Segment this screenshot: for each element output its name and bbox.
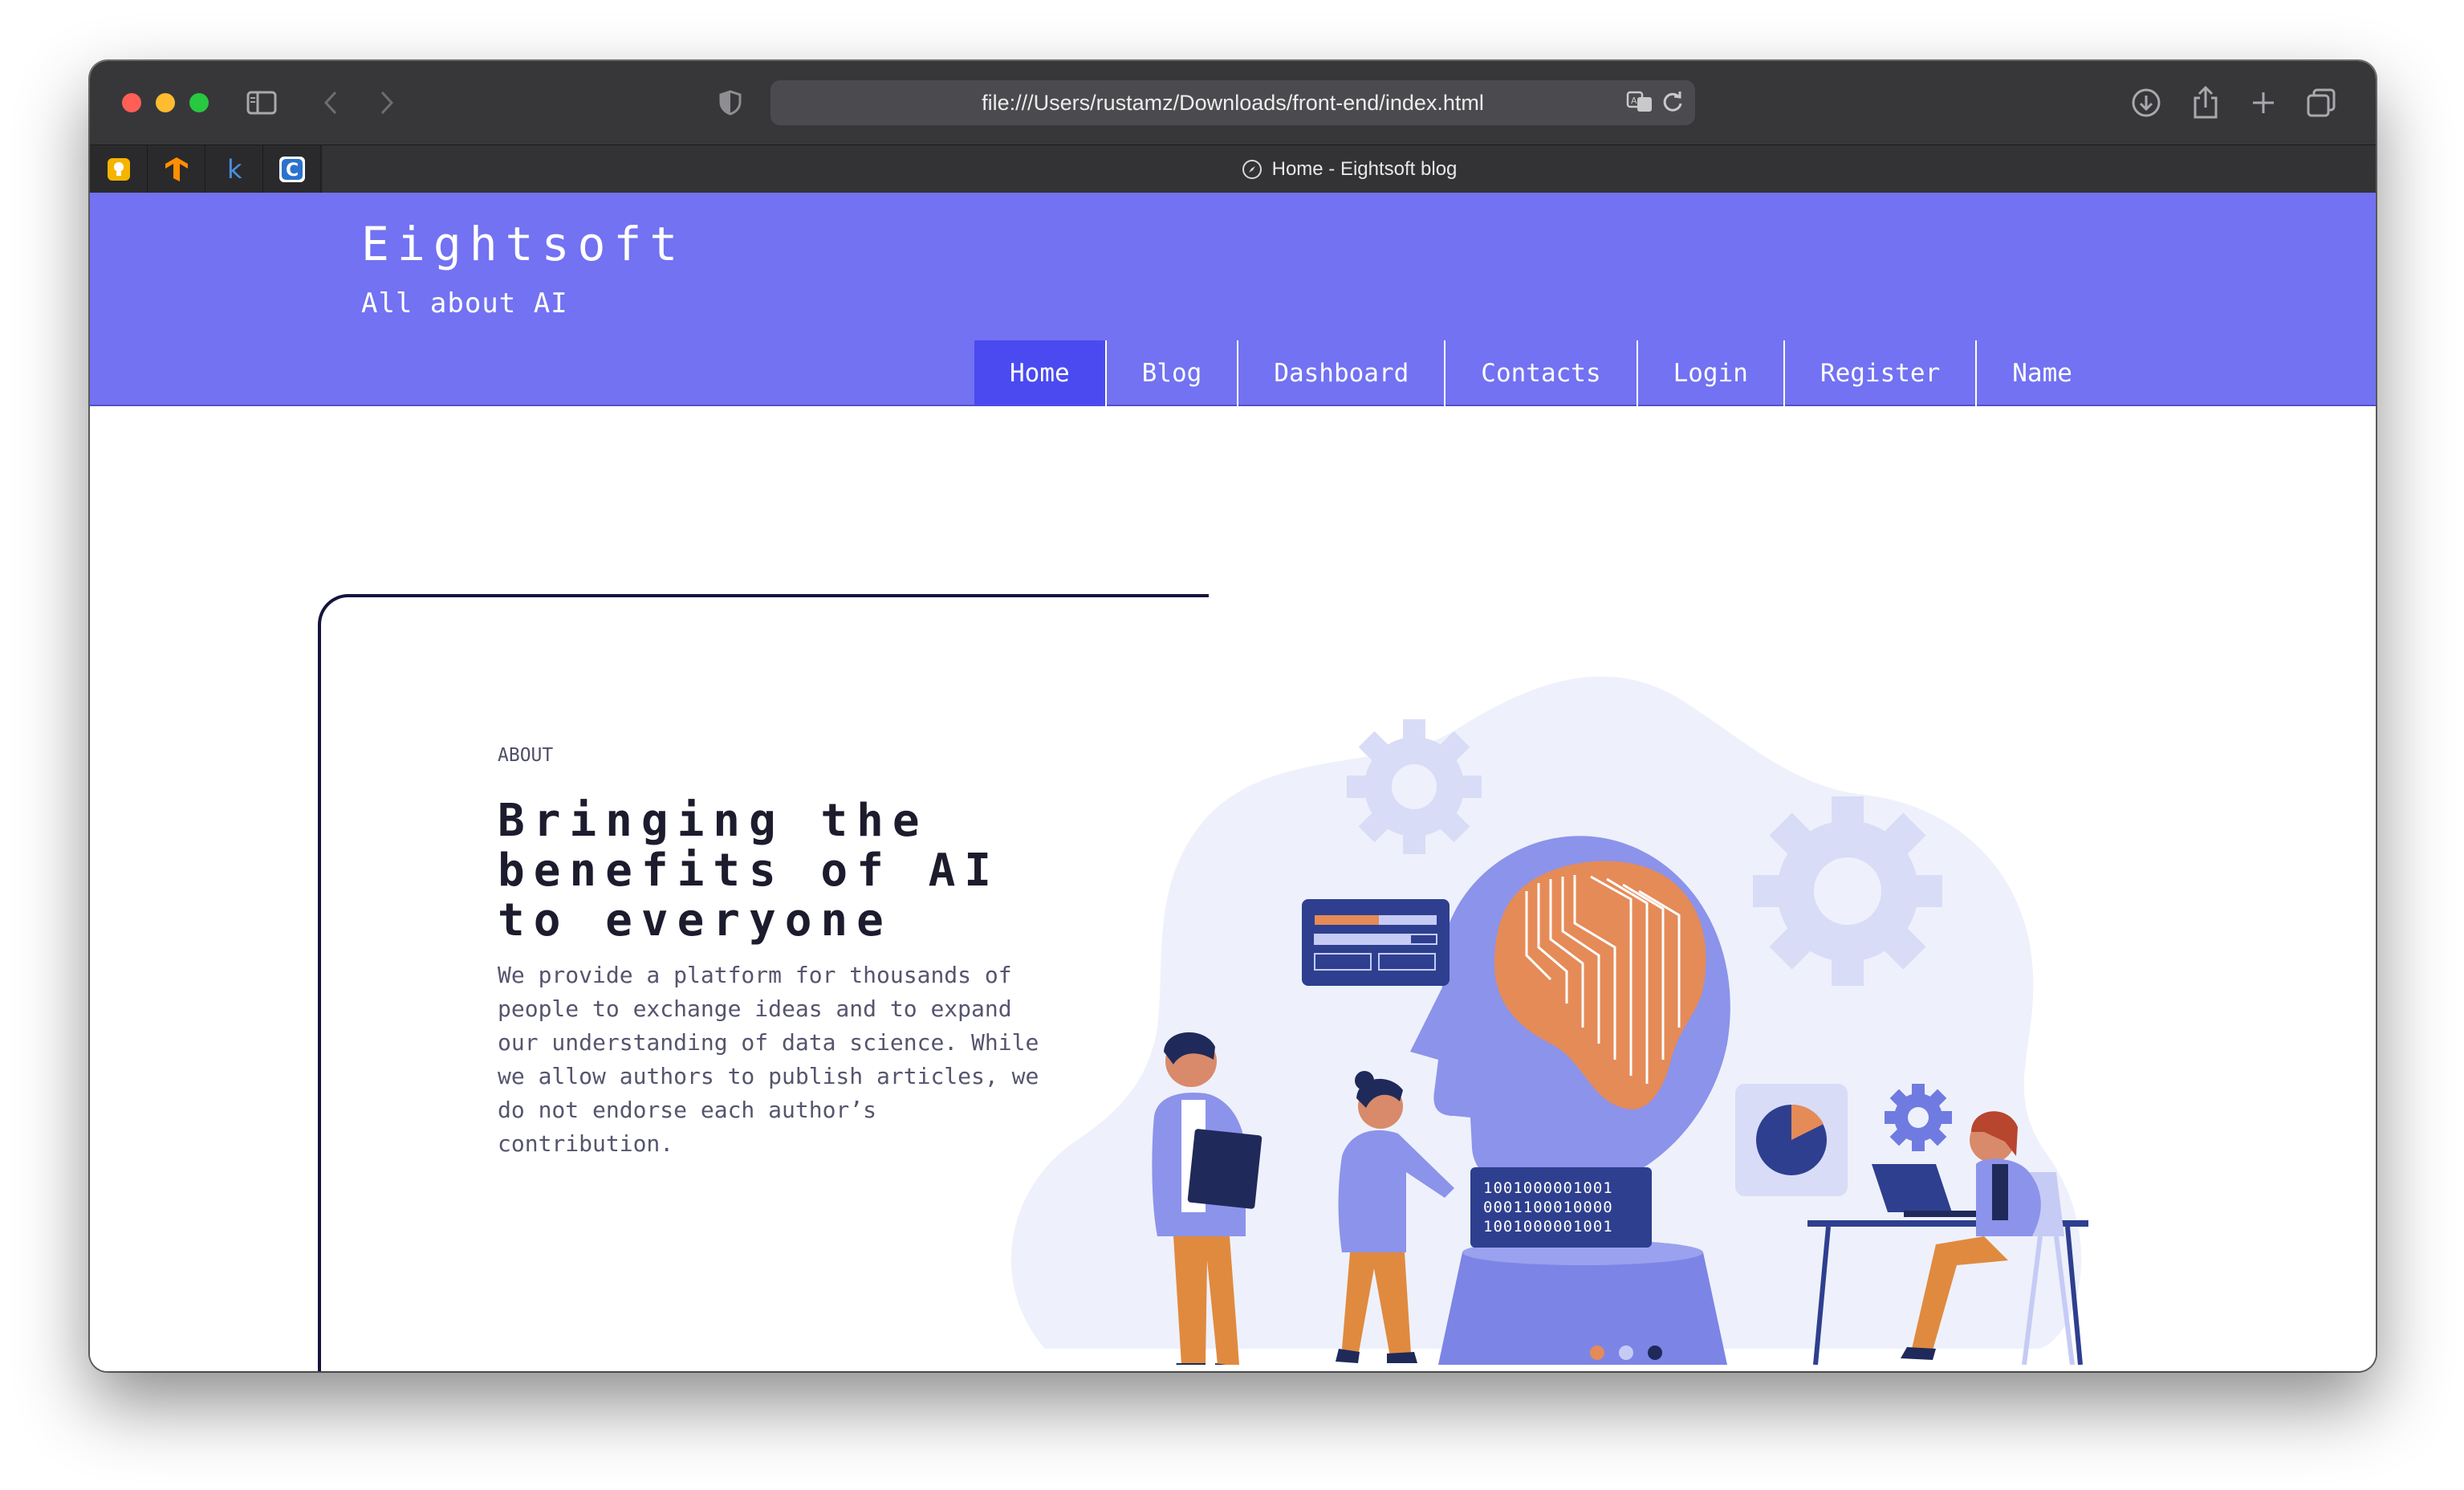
- tab-overview-icon[interactable]: [2302, 83, 2340, 122]
- gear-icon: [1885, 1084, 1952, 1151]
- tab-title: Home - Eightsoft blog: [1271, 158, 1458, 180]
- carousel-dots: [1590, 1345, 1662, 1360]
- svg-text:k: k: [227, 156, 242, 183]
- nav-dashboard[interactable]: Dashboard: [1238, 340, 1446, 406]
- pie-chart-card: [1735, 1084, 1848, 1196]
- web-page: Eightsoft All about AI Home Blog Dashboa…: [90, 193, 2376, 1371]
- nav-contacts[interactable]: Contacts: [1445, 340, 1638, 406]
- pinned-tab-tensorflow[interactable]: [148, 145, 205, 193]
- site-header: Eightsoft All about AI Home Blog Dashboa…: [90, 193, 2376, 406]
- back-chevron-icon[interactable]: [315, 83, 347, 122]
- new-tab-plus-icon[interactable]: [2244, 83, 2283, 122]
- translate-icon[interactable]: A: [1626, 90, 1655, 120]
- minimize-window-button[interactable]: [156, 93, 175, 112]
- nav-login[interactable]: Login: [1638, 340, 1785, 406]
- binary-line-3: 1001000001001: [1483, 1218, 1613, 1236]
- pedestal: [1438, 1252, 1727, 1365]
- ai-head-team-illustration: 1001000001001 0001100010000 100100000100…: [1010, 676, 2088, 1365]
- close-window-button[interactable]: [122, 93, 141, 112]
- svg-text:C: C: [286, 161, 299, 181]
- floating-screen: [1302, 899, 1450, 986]
- binary-screen: 1001000001001 0001100010000 100100000100…: [1470, 1167, 1652, 1248]
- compass-icon: [1242, 160, 1262, 179]
- gear-icon: [1347, 719, 1482, 854]
- address-bar[interactable]: file:///Users/rustamz/Downloads/front-en…: [771, 80, 1695, 125]
- keep-icon: [107, 158, 130, 181]
- maximize-window-button[interactable]: [189, 93, 209, 112]
- binary-line-2: 0001100010000: [1483, 1199, 1613, 1216]
- privacy-shield-icon[interactable]: [714, 83, 746, 122]
- coursera-icon: C: [279, 157, 305, 182]
- forward-chevron-icon[interactable]: [371, 83, 403, 122]
- tab-bar: k C Home - Eightsoft blog: [90, 145, 2376, 193]
- nav-blog[interactable]: Blog: [1107, 340, 1239, 406]
- pinned-tab-coursera[interactable]: C: [263, 145, 321, 193]
- share-icon[interactable]: [2186, 83, 2225, 122]
- nav-home[interactable]: Home: [974, 340, 1107, 406]
- about-eyebrow: ABOUT: [498, 745, 554, 766]
- active-tab[interactable]: Home - Eightsoft blog: [323, 145, 2376, 193]
- nav-name[interactable]: Name: [1977, 340, 2108, 406]
- pinned-tab-keep[interactable]: [90, 145, 148, 193]
- svg-text:A: A: [1631, 96, 1637, 106]
- downloads-icon[interactable]: [2127, 83, 2165, 122]
- binary-line-1: 1001000001001: [1483, 1179, 1613, 1197]
- site-tagline: All about AI: [361, 287, 568, 320]
- gear-icon: [1753, 796, 1942, 986]
- browser-window: file:///Users/rustamz/Downloads/front-en…: [90, 61, 2376, 1371]
- kotlin-icon: k: [227, 156, 242, 183]
- main-nav: Home Blog Dashboard Contacts Login Regis…: [974, 340, 2108, 406]
- tensorflow-icon: [165, 157, 188, 181]
- browser-toolbar: file:///Users/rustamz/Downloads/front-en…: [90, 61, 2376, 145]
- url-text: file:///Users/rustamz/Downloads/front-en…: [982, 90, 1484, 115]
- reload-icon[interactable]: [1661, 90, 1684, 120]
- pinned-tab-kotlin[interactable]: k: [205, 145, 263, 193]
- nav-register[interactable]: Register: [1785, 340, 1978, 406]
- site-brand[interactable]: Eightsoft: [361, 217, 685, 271]
- sidebar-toggle-icon[interactable]: [246, 83, 278, 122]
